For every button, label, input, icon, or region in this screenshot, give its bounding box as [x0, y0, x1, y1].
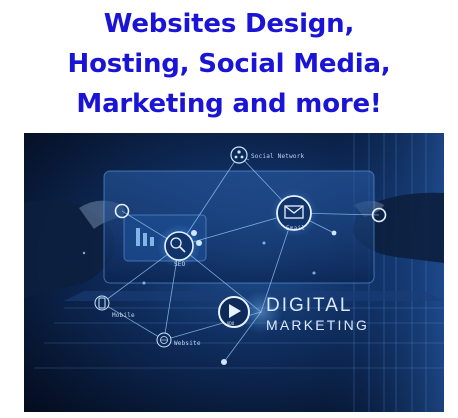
digital-title: DIGITAL — [266, 295, 353, 316]
email-label: Email — [286, 225, 306, 232]
marketing-title: MARKETING — [266, 317, 370, 333]
headline-line-3: Marketing and more! — [76, 89, 382, 119]
website-label: Website — [174, 340, 201, 347]
digital-marketing-banner: Social Network Email SEO Mobile Website … — [24, 133, 444, 412]
vdo-label: VDO — [227, 321, 235, 326]
website-icon — [156, 332, 172, 348]
social-network-icon — [230, 146, 248, 164]
headline-line-2: Hosting, Social Media, — [67, 49, 391, 79]
headline: Websites Design, Hosting, Social Media, … — [0, 4, 458, 124]
social-network-label: Social Network — [251, 153, 305, 160]
seo-icon — [164, 231, 194, 261]
banner-graphic — [24, 133, 444, 412]
headline-line-1: Websites Design, — [103, 9, 355, 39]
seo-label: SEO — [174, 261, 186, 268]
node-bottom — [221, 359, 227, 365]
mobile-label: Mobile — [112, 312, 135, 319]
mobile-icon — [94, 295, 110, 311]
